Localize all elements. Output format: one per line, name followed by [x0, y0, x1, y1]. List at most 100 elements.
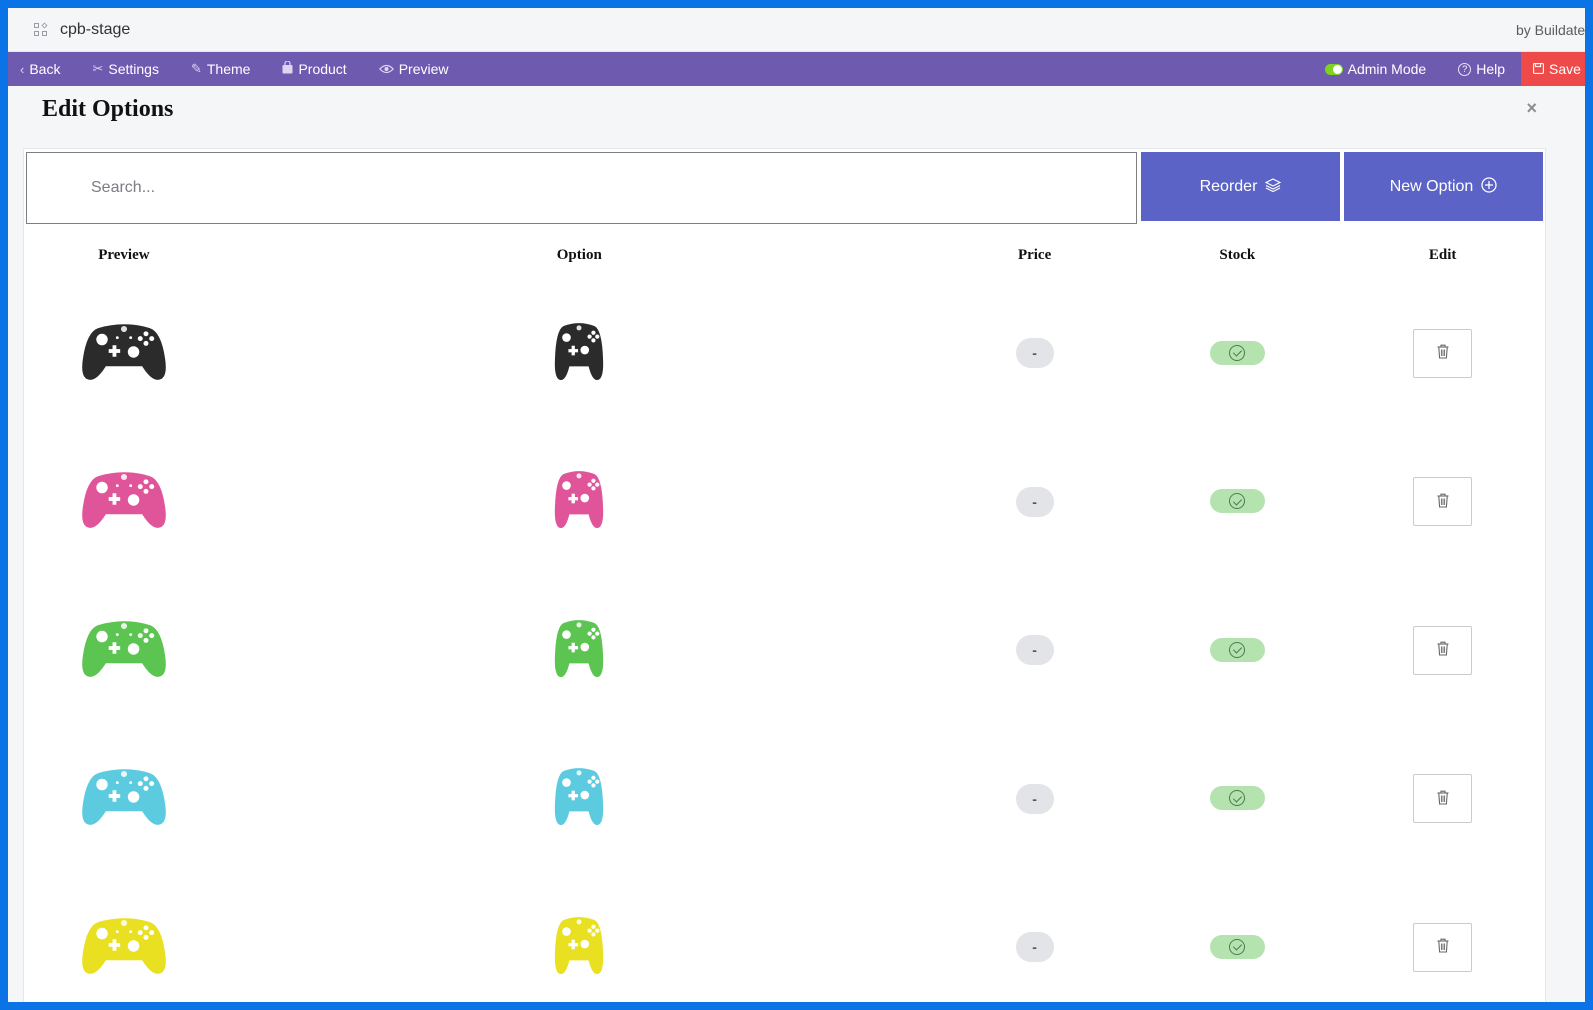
price-cell: -	[935, 725, 1135, 874]
edit-cell	[1340, 279, 1545, 428]
reorder-label: Reorder	[1199, 177, 1258, 195]
options-table: Preview Option Price Stock Edit - - - - …	[24, 231, 1545, 1002]
toggle-on-icon	[1324, 63, 1343, 75]
edit-cell	[1340, 725, 1545, 874]
preview-label: Preview	[398, 61, 449, 77]
option-cell	[224, 279, 935, 428]
option-cell	[224, 873, 935, 1002]
check-circle-icon	[1229, 493, 1246, 510]
delete-option-button[interactable]	[1413, 477, 1473, 527]
floppy-icon	[1533, 61, 1544, 77]
price-cell: -	[935, 576, 1135, 725]
layers-icon	[1265, 177, 1282, 196]
stock-badge	[1209, 934, 1265, 959]
save-label: Save	[1549, 61, 1581, 77]
preview-cell	[24, 873, 224, 1002]
delete-option-button[interactable]	[1413, 774, 1473, 824]
reorder-button[interactable]: Reorder	[1141, 152, 1340, 221]
admin-mode-toggle[interactable]: Admin Mode	[1309, 52, 1443, 86]
controller-preview-image	[81, 320, 167, 387]
column-header-option: Option	[556, 246, 602, 263]
price-badge: -	[1015, 486, 1054, 517]
check-circle-icon	[1229, 938, 1246, 955]
table-row[interactable]: -	[24, 279, 1545, 428]
price-cell: -	[935, 873, 1135, 1002]
brush-icon: ✎	[190, 61, 202, 76]
new-option-button[interactable]: New Option	[1344, 152, 1543, 221]
plus-circle-icon	[1481, 176, 1497, 197]
table-row[interactable]: -	[24, 725, 1545, 874]
delete-option-button[interactable]	[1413, 328, 1473, 378]
stock-badge	[1209, 637, 1265, 662]
controller-option-image[interactable]	[554, 914, 604, 981]
preview-cell	[24, 428, 224, 577]
stock-badge	[1209, 786, 1265, 811]
eye-icon	[378, 62, 394, 77]
search-input[interactable]	[26, 152, 1137, 224]
tools-icon: ✂	[92, 61, 104, 76]
apps-icon[interactable]	[34, 21, 48, 37]
controller-preview-image	[81, 468, 167, 535]
new-option-label: New Option	[1389, 177, 1474, 195]
edit-cell	[1340, 576, 1545, 725]
theme-label: Theme	[206, 61, 251, 77]
option-cell	[224, 576, 935, 725]
price-badge: -	[1015, 932, 1054, 963]
options-panel: Reorder New Option Preview Option Price …	[23, 148, 1546, 1002]
preview-cell	[24, 576, 224, 725]
price-cell: -	[935, 428, 1135, 577]
controller-preview-image	[81, 617, 167, 684]
settings-button[interactable]: ✂ Settings	[76, 52, 175, 86]
stock-cell	[1134, 576, 1340, 725]
product-button[interactable]: Product	[266, 52, 362, 86]
column-header-edit: Edit	[1428, 246, 1457, 263]
stock-badge	[1209, 340, 1265, 365]
column-header-preview: Preview	[98, 246, 150, 263]
table-row[interactable]: -	[24, 873, 1545, 1002]
delete-option-button[interactable]	[1413, 625, 1473, 675]
preview-button[interactable]: Preview	[363, 52, 465, 86]
stock-cell	[1134, 725, 1340, 874]
check-circle-icon	[1229, 641, 1246, 658]
trash-icon	[1437, 493, 1449, 511]
price-badge: -	[1015, 783, 1054, 814]
edit-options-header: Edit Options ×	[8, 86, 1585, 148]
controller-option-image[interactable]	[554, 617, 604, 684]
column-header-stock: Stock	[1219, 246, 1256, 263]
controller-preview-image	[81, 765, 167, 832]
preview-cell	[24, 725, 224, 874]
controller-option-image[interactable]	[554, 320, 604, 387]
help-icon: ?	[1458, 62, 1472, 76]
price-badge: -	[1015, 338, 1054, 369]
save-button[interactable]: Save	[1521, 52, 1585, 86]
page-title: Edit Options	[42, 96, 174, 122]
admin-mode-label: Admin Mode	[1347, 61, 1427, 77]
back-button[interactable]: ‹ Back	[8, 52, 76, 86]
close-icon[interactable]: ×	[1526, 98, 1537, 119]
help-button[interactable]: ? Help	[1442, 52, 1521, 86]
bag-icon	[282, 60, 293, 77]
app-window: cpb-stage by Buildatea ‹ Back ✂ Settings…	[8, 8, 1585, 1002]
editor-toolbar: ‹ Back ✂ Settings ✎ Theme Product Previe…	[8, 52, 1585, 86]
controller-option-image[interactable]	[554, 468, 604, 535]
edit-cell	[1340, 873, 1545, 1002]
trash-icon	[1437, 790, 1449, 808]
controller-preview-image	[81, 914, 167, 981]
stock-cell	[1134, 279, 1340, 428]
table-row[interactable]: -	[24, 428, 1545, 577]
table-header-row: Preview Option Price Stock Edit	[24, 231, 1545, 279]
option-cell	[224, 725, 935, 874]
chevron-left-icon: ‹	[20, 61, 25, 77]
controller-option-image[interactable]	[554, 765, 604, 832]
app-credit: by Buildatea	[1515, 21, 1585, 38]
app-title: cpb-stage	[60, 20, 131, 38]
trash-icon	[1437, 344, 1449, 362]
stock-cell	[1134, 873, 1340, 1002]
check-circle-icon	[1229, 344, 1246, 361]
column-header-price: Price	[1017, 246, 1052, 263]
table-row[interactable]: -	[24, 576, 1545, 725]
price-cell: -	[935, 279, 1135, 428]
delete-option-button[interactable]	[1413, 922, 1473, 972]
theme-button[interactable]: ✎ Theme	[175, 52, 266, 86]
option-cell	[224, 428, 935, 577]
